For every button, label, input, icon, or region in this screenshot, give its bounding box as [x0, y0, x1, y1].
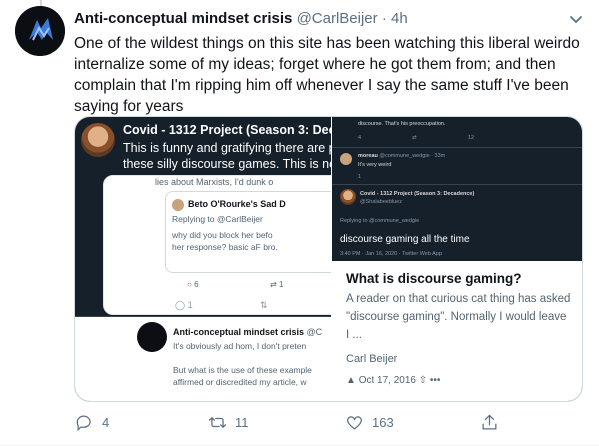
share-icon: ⇧	[418, 375, 428, 386]
link-card-title: What is discourse gaming?	[346, 271, 522, 286]
quote-name: Beto O'Rourke's Sad D	[188, 199, 286, 209]
avatar[interactable]	[15, 6, 65, 56]
embedded-action-count: 12	[468, 135, 475, 141]
quote-replying: Replying to @CarlBeijer	[172, 214, 263, 224]
media-image-right[interactable]: discourse. That's his preoccupation. 4 ⇄…	[332, 117, 582, 401]
embedded-reply-name: Anti-conceptual mindset crisis @C	[173, 327, 323, 337]
embedded-reply-line: It's obviously ad hom, I don't preten	[173, 341, 307, 351]
tweet-time[interactable]: 4h	[391, 10, 408, 27]
quote-box: Beto O'Rourke's Sad D Replying to @CarlB…	[165, 191, 331, 273]
embedded-reply-avatar	[137, 322, 167, 352]
quote-line: why did you block her befo	[172, 230, 273, 240]
embedded-reply-line: affirmed or discredited my article, w	[173, 377, 307, 387]
retweet-icon	[208, 416, 227, 429]
card-like-count: ○ 6	[187, 280, 199, 289]
card-retweet-count: ⇄ 1	[270, 280, 284, 289]
embedded-reply-line: But what is the use of these example	[173, 365, 312, 375]
embedded-avatar	[340, 189, 356, 205]
display-name[interactable]: Anti-conceptual mindset crisis	[74, 10, 292, 27]
tweet-text-line: saying for years	[74, 98, 184, 115]
link-card-desc: I ...	[346, 329, 362, 341]
link-card-meta: ▲ Oct 17, 2016 ⇧ •••	[346, 375, 440, 386]
share-icon	[482, 414, 497, 430]
avatar-logo-icon	[15, 6, 65, 56]
quote-line: her response? basic aF bro.	[172, 242, 278, 252]
more-icon: •••	[429, 375, 441, 386]
like-button[interactable]: 163	[345, 413, 394, 432]
embedded-retweet-icon: ⇅	[260, 300, 268, 310]
embedded-line: these silly discourse games. This is new…	[123, 157, 331, 171]
embedded-divider	[332, 184, 582, 185]
tweet-text: One of the wildest things on this site h…	[74, 33, 584, 117]
embedded-card-top: lies about Marxists, I'd dunk o	[155, 177, 274, 187]
tweet-text-line: One of the wildest things on this site h…	[74, 35, 580, 52]
embedded-text: discourse. That's his preoccupation.	[358, 121, 446, 127]
embedded-action-count: 1	[358, 174, 362, 180]
embedded-avatar	[340, 153, 352, 165]
retweet-button[interactable]: 11	[208, 413, 249, 432]
embedded-text: It's very weird	[358, 162, 392, 168]
embedded-replying: Replying to @commune_wedgie	[340, 218, 420, 224]
separator-dot: ·	[381, 10, 387, 27]
link-card-author: Carl Beijer	[346, 353, 398, 365]
media-image-left[interactable]: Covid - 1312 Project (Season 3: Decad Th…	[75, 117, 331, 401]
quote-avatar	[172, 199, 184, 211]
embedded-name: moreau @commune_wedgie · 33m	[358, 153, 446, 159]
embedded-divider	[332, 147, 582, 148]
chevron-down-icon[interactable]	[567, 10, 585, 28]
embedded-line: This is funny and gratifying there are p…	[123, 141, 331, 155]
lock-icon: ▲	[346, 375, 356, 386]
tweet-text-line: complain that I'm ripping him off whenev…	[74, 77, 569, 94]
heart-icon	[346, 416, 363, 430]
embedded-handle: @Shalabeebluez	[360, 199, 402, 205]
tweet-text-line: internalize some of my ideas; forget whe…	[74, 56, 556, 73]
embedded-reply-count: ◯ 1	[175, 300, 193, 310]
embedded-meta: 3:40 PM · Jan 16, 2020 · Twitter Web App	[340, 251, 442, 257]
link-card-desc: "discourse gaming". Normally I would lea…	[346, 311, 567, 323]
reply-button[interactable]: 4	[75, 413, 109, 432]
embedded-name: Covid - 1312 Project (Season 3: Decadenc…	[360, 191, 475, 197]
embedded-avatar	[81, 123, 115, 157]
embedded-retweet-icon: ⇄	[412, 135, 417, 141]
tweet-header: Anti-conceptual mindset crisis @CarlBeij…	[74, 10, 408, 27]
media-grid[interactable]: Covid - 1312 Project (Season 3: Decad Th…	[74, 116, 583, 402]
embedded-main-text: discourse gaming all the time	[340, 234, 470, 245]
reply-count: 4	[102, 415, 110, 430]
like-count: 163	[372, 415, 394, 430]
user-handle[interactable]: @CarlBeijer	[297, 10, 378, 27]
retweet-count: 11	[235, 415, 249, 430]
embedded-title: Covid - 1312 Project (Season 3: Decad	[123, 123, 331, 137]
embedded-action-count: 4	[358, 135, 362, 141]
reply-icon	[76, 415, 91, 432]
link-card-date: Oct 17, 2016	[358, 375, 416, 386]
link-card-desc: A reader on that curious cat thing has a…	[346, 293, 571, 305]
share-button[interactable]	[480, 413, 499, 432]
